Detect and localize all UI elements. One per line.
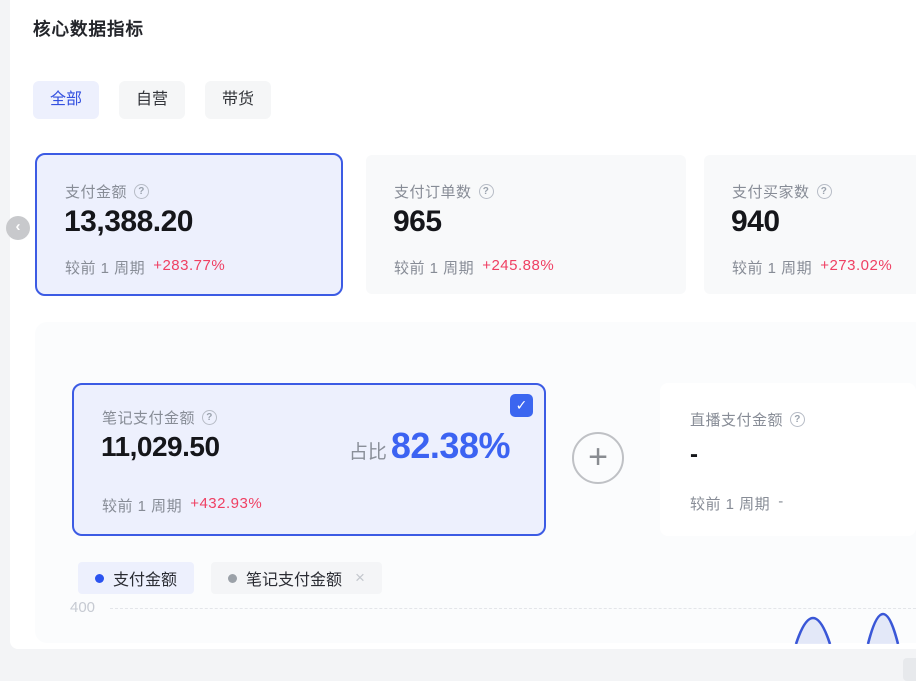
compare-label: 较前 1 周期 bbox=[394, 257, 474, 278]
series-dot-icon bbox=[228, 574, 237, 583]
compare-label: 较前 1 周期 bbox=[65, 257, 145, 278]
y-axis-tick-400: 400 bbox=[70, 599, 95, 616]
metric-label-row: 支付金额 ? bbox=[65, 181, 149, 202]
legend-item-payment-amount[interactable]: 支付金额 bbox=[78, 562, 194, 594]
series-dot-icon bbox=[95, 574, 104, 583]
carousel-prev-button[interactable]: ‹ bbox=[6, 216, 30, 240]
ratio-row: 占比 82.38% bbox=[349, 425, 510, 467]
metric-value: 965 bbox=[393, 205, 442, 239]
change-value: +432.93% bbox=[190, 495, 262, 516]
metric-label-row: 支付订单数 ? bbox=[394, 181, 494, 202]
chart-legend: 支付金额 笔记支付金额 × bbox=[78, 562, 382, 594]
legend-label: 笔记支付金额 bbox=[246, 566, 342, 590]
floating-widget-fragment[interactable] bbox=[903, 658, 916, 681]
change-value: +245.88% bbox=[482, 257, 554, 278]
tab-affiliate[interactable]: 带货 bbox=[205, 81, 271, 119]
tab-all[interactable]: 全部 bbox=[33, 81, 99, 119]
breakdown-section: 笔记支付金额 ? 11,029.50 占比 82.38% 较前 1 周期 +43… bbox=[35, 322, 916, 643]
change-value: +273.02% bbox=[820, 257, 892, 278]
metric-card-payment-buyers[interactable]: 支付买家数 ? 940 较前 1 周期 +273.02% bbox=[704, 155, 916, 294]
chevron-left-icon: ‹ bbox=[16, 218, 21, 235]
metric-value: 13,388.20 bbox=[64, 205, 193, 239]
metric-card-payment-amount[interactable]: 支付金额 ? 13,388.20 较前 1 周期 +283.77% bbox=[35, 153, 343, 296]
legend-item-note-payment[interactable]: 笔记支付金额 × bbox=[211, 562, 382, 594]
metric-value: 11,029.50 bbox=[101, 431, 220, 463]
help-icon[interactable]: ? bbox=[479, 184, 494, 199]
metric-label: 支付买家数 bbox=[732, 181, 810, 202]
legend-label: 支付金额 bbox=[113, 566, 177, 590]
metric-label-row: 支付买家数 ? bbox=[732, 181, 832, 202]
core-metrics-panel: 核心数据指标 全部 自营 带货 ‹ 支付金额 ? 13,388.20 较前 1 … bbox=[10, 0, 916, 649]
check-icon: ✓ bbox=[516, 397, 528, 413]
metric-label: 支付金额 bbox=[65, 181, 127, 202]
subcard-note-payment[interactable]: 笔记支付金额 ? 11,029.50 占比 82.38% 较前 1 周期 +43… bbox=[72, 383, 546, 536]
metric-change-row: 较前 1 周期 +245.88% bbox=[394, 257, 554, 278]
metric-label: 直播支付金额 bbox=[690, 409, 783, 430]
metric-value: 940 bbox=[731, 205, 780, 239]
help-icon[interactable]: ? bbox=[202, 410, 217, 425]
add-metric-button[interactable]: + bbox=[572, 432, 624, 484]
metric-change-row: 较前 1 周期 - bbox=[690, 493, 784, 514]
checkbox-checked[interactable]: ✓ bbox=[510, 394, 533, 417]
help-icon[interactable]: ? bbox=[134, 184, 149, 199]
plus-icon: + bbox=[588, 438, 608, 476]
help-icon[interactable]: ? bbox=[817, 184, 832, 199]
ratio-value: 82.38% bbox=[391, 425, 510, 467]
compare-label: 较前 1 周期 bbox=[102, 495, 182, 516]
subcard-live-payment[interactable]: 直播支付金额 ? - 较前 1 周期 - bbox=[660, 383, 916, 536]
dashboard-stage: 核心数据指标 全部 自营 带货 ‹ 支付金额 ? 13,388.20 较前 1 … bbox=[0, 0, 916, 681]
compare-label: 较前 1 周期 bbox=[690, 493, 770, 514]
scope-tabs: 全部 自营 带货 bbox=[33, 81, 271, 119]
metric-value: - bbox=[690, 441, 698, 469]
help-icon[interactable]: ? bbox=[790, 412, 805, 427]
metric-label-row: 笔记支付金额 ? bbox=[102, 407, 217, 428]
metric-label: 支付订单数 bbox=[394, 181, 472, 202]
payment-line-chart[interactable] bbox=[700, 608, 916, 644]
metric-label: 笔记支付金额 bbox=[102, 407, 195, 428]
page-title: 核心数据指标 bbox=[33, 16, 144, 41]
ratio-label: 占比 bbox=[349, 437, 387, 464]
metric-change-row: 较前 1 周期 +273.02% bbox=[732, 257, 892, 278]
change-value: +283.77% bbox=[153, 257, 225, 278]
metric-change-row: 较前 1 周期 +283.77% bbox=[65, 257, 225, 278]
metric-card-payment-orders[interactable]: 支付订单数 ? 965 较前 1 周期 +245.88% bbox=[366, 155, 686, 294]
tab-self-operated[interactable]: 自营 bbox=[119, 81, 185, 119]
metric-change-row: 较前 1 周期 +432.93% bbox=[102, 495, 262, 516]
metric-label-row: 直播支付金额 ? bbox=[690, 409, 805, 430]
close-icon[interactable]: × bbox=[355, 568, 365, 588]
change-value: - bbox=[778, 493, 784, 514]
compare-label: 较前 1 周期 bbox=[732, 257, 812, 278]
